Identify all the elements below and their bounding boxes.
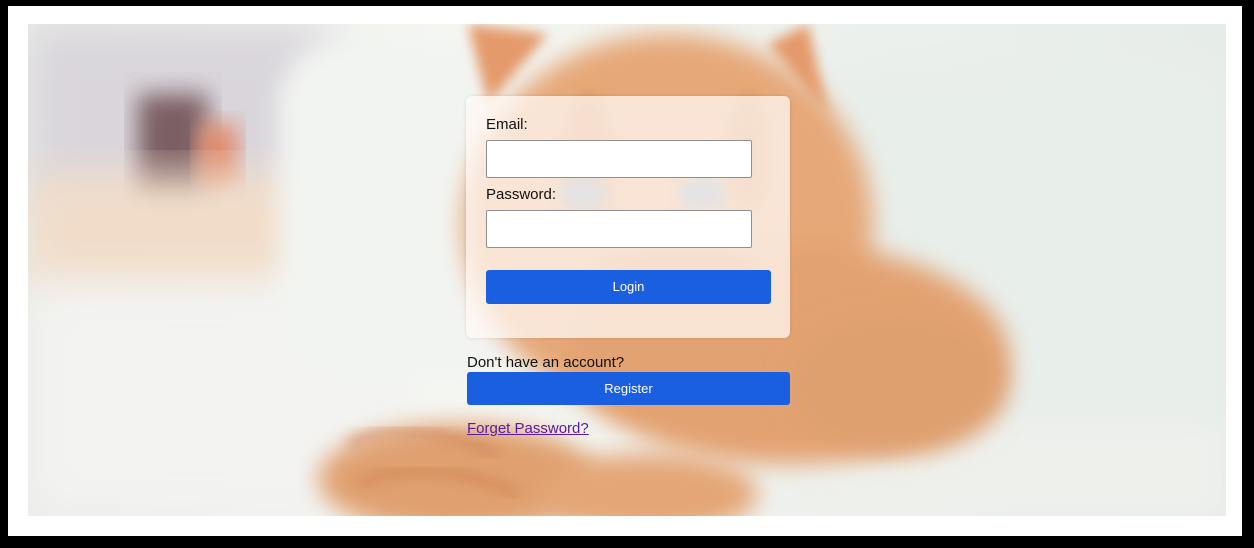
register-prompt: Don't have an account?: [467, 354, 625, 371]
login-button[interactable]: Login: [486, 270, 771, 304]
login-card: Email: Password: Login: [466, 96, 790, 338]
forgot-password-link[interactable]: Forget Password?: [467, 420, 589, 438]
register-button[interactable]: Register: [467, 372, 790, 405]
email-label: Email:: [486, 116, 528, 133]
password-field[interactable]: [486, 210, 752, 248]
password-label: Password:: [486, 186, 557, 203]
email-field[interactable]: [486, 140, 752, 178]
